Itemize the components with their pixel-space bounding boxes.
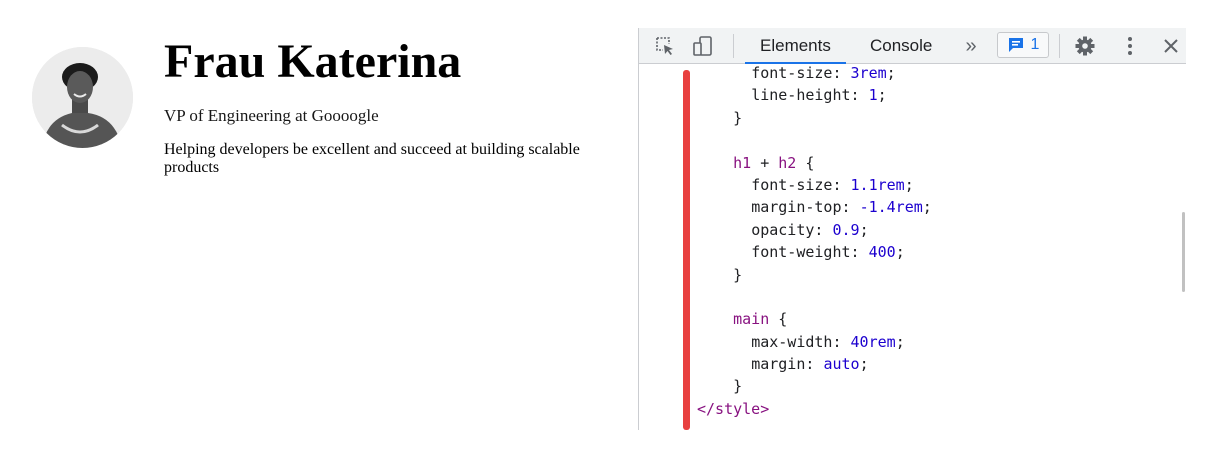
message-icon bbox=[1008, 38, 1023, 52]
kebab-menu-icon[interactable] bbox=[1117, 28, 1143, 64]
toolbar-divider bbox=[1059, 34, 1060, 58]
gear-icon[interactable] bbox=[1071, 28, 1099, 64]
code-line: line-height: 1; bbox=[751, 86, 887, 105]
code-line: } bbox=[733, 108, 743, 127]
changed-lines-marker bbox=[683, 70, 690, 430]
tab-elements[interactable]: Elements bbox=[745, 28, 846, 64]
device-toolbar-icon[interactable] bbox=[689, 28, 717, 64]
issues-count: 1 bbox=[1030, 36, 1040, 53]
devtools-panel: Elements Console » 1 font-size: 3rem; li… bbox=[638, 28, 1186, 430]
close-icon[interactable] bbox=[1157, 28, 1185, 64]
code-line: font-size: 3rem; bbox=[751, 64, 896, 82]
code-line: } bbox=[733, 265, 743, 284]
code-line: opacity: 0.9; bbox=[751, 220, 869, 239]
avatar bbox=[32, 47, 133, 148]
code-block: font-size: 3rem; line-height: 1; } h1 + … bbox=[697, 64, 932, 420]
rendered-page: Frau Katerina VP of Engineering at Goooo… bbox=[0, 0, 640, 456]
inspect-element-icon[interactable] bbox=[651, 28, 679, 64]
toolbar-divider bbox=[733, 34, 734, 58]
more-tabs-button[interactable]: » bbox=[957, 28, 985, 64]
bio-text: Helping developers be excellent and succ… bbox=[164, 141, 580, 176]
code-line: main { bbox=[733, 310, 788, 329]
tab-console[interactable]: Console bbox=[855, 28, 947, 64]
issues-counter-button[interactable]: 1 bbox=[997, 32, 1049, 58]
code-line: margin: auto; bbox=[751, 355, 869, 374]
code-line: max-width: 40rem; bbox=[751, 332, 905, 351]
page-title: Frau Katerina bbox=[164, 35, 462, 88]
code-line: </style> bbox=[697, 399, 770, 418]
code-line: margin-top: -1.4rem; bbox=[751, 198, 932, 217]
code-line: h1 + h2 { bbox=[733, 153, 815, 172]
code-line: font-size: 1.1rem; bbox=[751, 175, 914, 194]
code-line: } bbox=[733, 377, 743, 396]
scrollbar-thumb[interactable] bbox=[1182, 212, 1185, 292]
devtools-toolbar: Elements Console » 1 bbox=[639, 28, 1186, 64]
vertical-scrollbar[interactable] bbox=[1180, 64, 1186, 430]
code-line: font-weight: 400; bbox=[751, 243, 905, 262]
avatar-photo bbox=[32, 47, 133, 148]
subtitle: VP of Engineering at Goooogle bbox=[164, 106, 379, 125]
style-source-view: font-size: 3rem; line-height: 1; } h1 + … bbox=[639, 64, 1186, 430]
